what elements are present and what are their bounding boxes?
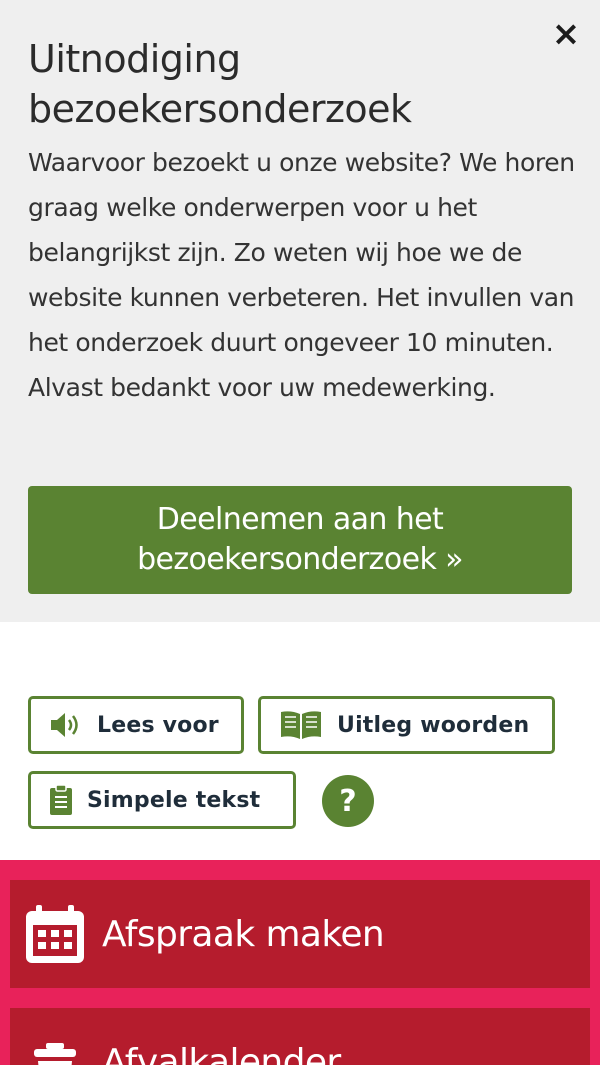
clipboard-icon: [49, 784, 73, 816]
open-book-icon: [279, 709, 323, 741]
tile-label: Afspraak maken: [102, 913, 385, 955]
survey-title: Uitnodiging bezoekersonderzoek: [28, 37, 412, 131]
tile-make-appointment[interactable]: Afspraak maken: [10, 880, 590, 988]
survey-description: Waarvoor bezoekt u onze website? We hore…: [28, 148, 575, 402]
survey-invitation-panel: × Uitnodiging bezoekersonderzoek Waarvoo…: [0, 0, 600, 622]
tile-label: Afvalkalender: [102, 1041, 341, 1065]
explain-words-button[interactable]: Uitleg woorden: [258, 696, 555, 754]
read-aloud-label: Lees voor: [97, 712, 219, 738]
speaker-icon: [49, 711, 83, 739]
simple-text-label: Simpele tekst: [87, 787, 261, 813]
tile-waste-calendar[interactable]: Afvalkalender: [10, 1008, 590, 1065]
service-tiles: Afspraak maken Afvalkalender: [0, 860, 600, 1065]
help-button[interactable]: ?: [322, 775, 374, 827]
close-icon[interactable]: ×: [548, 16, 584, 52]
explain-words-label: Uitleg woorden: [337, 712, 530, 738]
read-aloud-button[interactable]: Lees voor: [28, 696, 244, 754]
join-survey-button[interactable]: Deelnemen aan het bezoekersonderzoek »: [28, 486, 572, 594]
trash-bin-icon: [24, 1031, 86, 1065]
calendar-icon: [24, 903, 86, 965]
simple-text-button[interactable]: Simpele tekst: [28, 771, 296, 829]
